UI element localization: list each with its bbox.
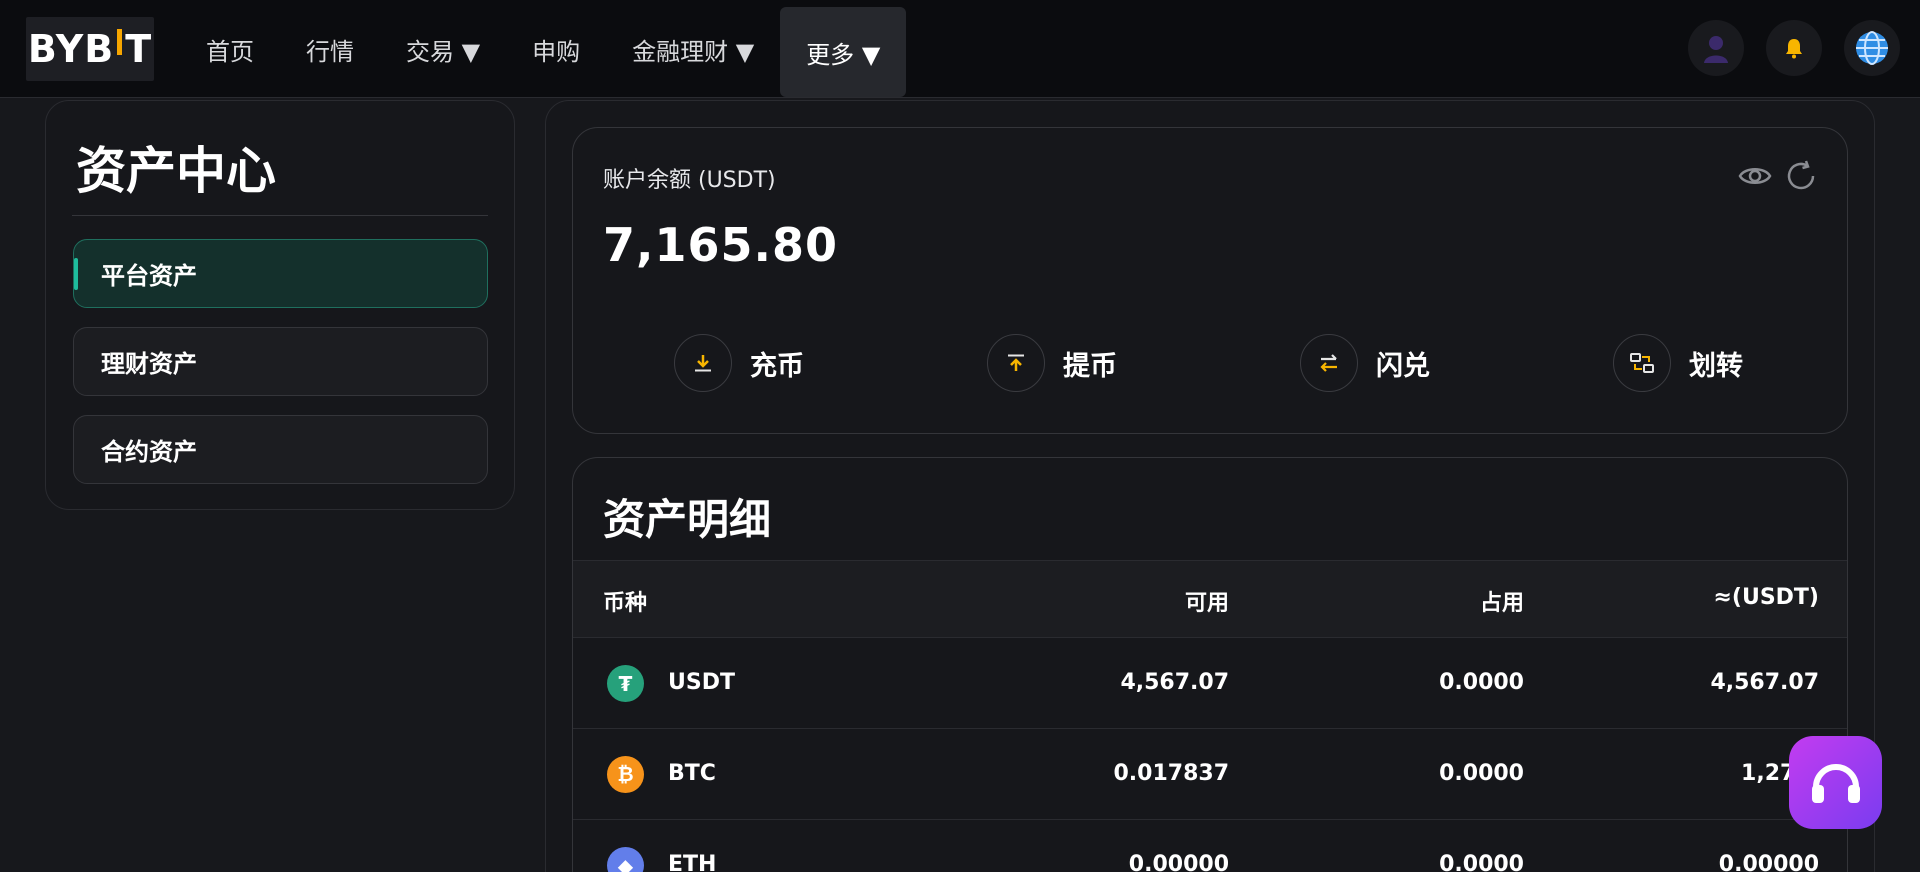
asset-details-card: 资产明细 币种 可用 占用 ≈(USDT) ₮ USDT 4,567.07 0.… xyxy=(572,457,1848,872)
nav-item-finance[interactable]: 金融理财 ▼ xyxy=(606,4,780,94)
swap-button[interactable]: 闪兑 xyxy=(1300,334,1430,392)
logo-text-right: T xyxy=(125,27,153,71)
deposit-icon-wrap xyxy=(674,334,732,392)
asset-details-title: 资产明细 xyxy=(603,495,772,544)
transfer-button[interactable]: 划转 xyxy=(1613,334,1743,392)
deposit-button[interactable]: 充币 xyxy=(674,334,804,392)
asset-sidebar: 资产中心 平台资产 理财资产 合约资产 xyxy=(45,100,515,510)
btc-coin-icon: ₿ xyxy=(607,756,644,793)
balance-actions: 充币 提币 闪兑 划转 xyxy=(573,334,1849,394)
usdt-coin-icon: ₮ xyxy=(607,665,644,702)
column-used: 占用 xyxy=(1479,591,1524,616)
balance-card-icons xyxy=(1737,158,1819,194)
table-row[interactable]: ₮ USDT 4,567.07 0.0000 4,567.07 xyxy=(573,638,1847,729)
nav-item-more[interactable]: 更多 ▼ xyxy=(780,7,907,97)
sidebar-item-finance-assets[interactable]: 理财资产 xyxy=(73,327,488,396)
avatar-icon xyxy=(1704,36,1728,63)
language-button[interactable] xyxy=(1844,20,1900,76)
column-available: 可用 xyxy=(1184,591,1229,616)
transfer-label: 划转 xyxy=(1689,350,1743,382)
nav-item-trade[interactable]: 交易 ▼ xyxy=(380,4,506,94)
main-nav: 首页 行情 交易 ▼ 申购 金融理财 ▼ 更多 ▼ xyxy=(180,0,907,98)
sidebar-divider xyxy=(72,215,488,216)
column-coin: 币种 xyxy=(603,591,648,616)
refresh-button[interactable] xyxy=(1783,158,1819,194)
headset-icon xyxy=(1811,763,1860,803)
available-value: 0.00000 xyxy=(1128,852,1229,872)
swap-icon xyxy=(1320,354,1337,372)
nav-item-markets[interactable]: 行情 xyxy=(280,4,380,94)
eth-coin-icon: ◆ xyxy=(607,847,644,872)
bell-icon xyxy=(1786,39,1802,59)
table-row[interactable]: ◆ ETH 0.00000 0.0000 0.00000 xyxy=(573,820,1847,872)
balance-value: 7,165.80 xyxy=(603,218,838,272)
refresh-icon xyxy=(1787,160,1815,190)
avatar-button[interactable] xyxy=(1688,20,1744,76)
transfer-icon xyxy=(1630,353,1654,373)
customer-support-button[interactable] xyxy=(1789,736,1882,829)
withdraw-label: 提币 xyxy=(1063,350,1117,382)
eye-icon xyxy=(1738,168,1772,184)
coin-name: BTC xyxy=(668,761,716,786)
withdraw-icon-wrap xyxy=(987,334,1045,392)
used-value: 0.0000 xyxy=(1439,852,1524,872)
nav-item-home[interactable]: 首页 xyxy=(180,4,280,94)
swap-label: 闪兑 xyxy=(1376,350,1430,382)
logo-accent-bar xyxy=(117,29,123,55)
balance-card: 账户余额 (USDT) 7,165.80 充币 提币 闪兑 划转 xyxy=(572,127,1848,434)
withdraw-button[interactable]: 提币 xyxy=(987,334,1117,392)
table-row[interactable]: ₿ BTC 0.017837 0.0000 1,270. xyxy=(573,729,1847,820)
balance-label: 账户余额 (USDT) xyxy=(603,168,776,193)
bybit-logo[interactable]: BYB T xyxy=(26,17,154,81)
table-header: 币种 可用 占用 ≈(USDT) xyxy=(573,560,1847,638)
transfer-icon-wrap xyxy=(1613,334,1671,392)
toggle-visibility-button[interactable] xyxy=(1737,158,1773,194)
used-value: 0.0000 xyxy=(1439,761,1524,786)
deposit-label: 充币 xyxy=(750,350,804,382)
sidebar-title: 资产中心 xyxy=(76,142,276,200)
withdraw-icon xyxy=(1008,354,1024,371)
globe-icon xyxy=(1856,31,1888,65)
column-usdt-value: ≈(USDT) xyxy=(1713,585,1819,610)
coin-name: ETH xyxy=(668,852,717,872)
sidebar-item-contract-assets[interactable]: 合约资产 xyxy=(73,415,488,484)
swap-icon-wrap xyxy=(1300,334,1358,392)
logo-text-left: BYB xyxy=(27,27,115,71)
coin-name: USDT xyxy=(668,670,735,695)
used-value: 0.0000 xyxy=(1439,670,1524,695)
deposit-icon xyxy=(695,355,711,372)
usdt-value: 0.00000 xyxy=(1718,852,1819,872)
available-value: 0.017837 xyxy=(1113,761,1229,786)
usdt-value: 4,567.07 xyxy=(1710,670,1819,695)
nav-item-subscribe[interactable]: 申购 xyxy=(506,4,606,94)
available-value: 4,567.07 xyxy=(1120,670,1229,695)
notifications-button[interactable] xyxy=(1766,20,1822,76)
top-icons xyxy=(1688,20,1900,76)
top-nav-bar: BYB T 首页 行情 交易 ▼ 申购 金融理财 ▼ 更多 ▼ xyxy=(0,0,1920,98)
sidebar-item-platform-assets[interactable]: 平台资产 xyxy=(73,239,488,308)
